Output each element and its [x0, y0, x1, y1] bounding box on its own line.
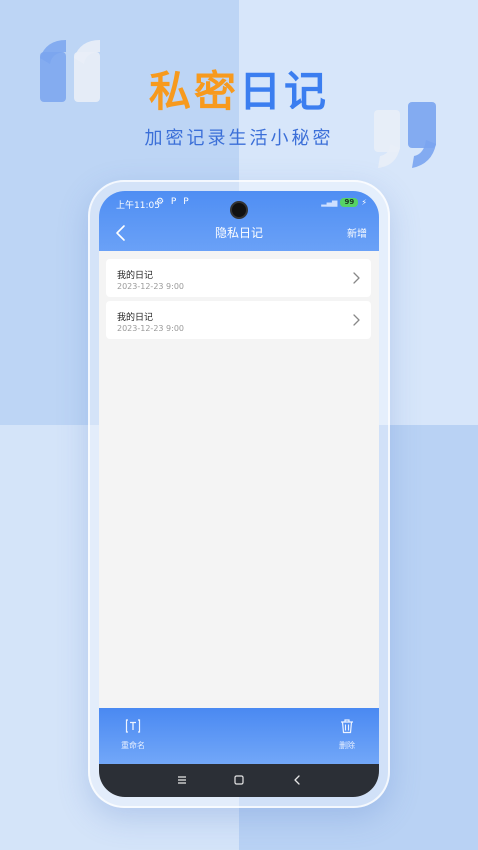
diary-title: 我的日记 [117, 313, 154, 323]
bottom-toolbar: 重命名 删除 [99, 708, 379, 764]
delete-button[interactable]: 删除 [331, 718, 363, 751]
app-header: 上午11:05 ⚙ P P ▂▄▆ 99 ⚡ 隐私日记 新增 [99, 191, 379, 251]
list-item[interactable]: 我的日记 2023-12-23 9:00 [106, 259, 371, 297]
diary-title: 我的日记 [117, 271, 154, 281]
nav-bar: 隐私日记 新增 [99, 219, 379, 249]
status-notification-icons: ⚙ P P [156, 197, 191, 207]
rename-label: 重命名 [121, 741, 145, 750]
trash-icon [341, 719, 353, 734]
phone-screen: 上午11:05 ⚙ P P ▂▄▆ 99 ⚡ 隐私日记 新增 我的日记 2023… [99, 191, 379, 797]
status-bar: 上午11:05 ⚙ P P ▂▄▆ 99 ⚡ [99, 191, 379, 219]
rename-icon [125, 719, 141, 733]
diary-date: 2023-12-23 9:00 [117, 324, 184, 333]
promo-title-part1: 私密 [148, 67, 239, 116]
rename-button[interactable]: 重命名 [117, 718, 149, 751]
promo-title-part2: 日记 [239, 67, 330, 116]
add-diary-button[interactable]: 新增 [347, 225, 367, 240]
promo-title: 私密日记 [0, 58, 478, 119]
chevron-right-icon [353, 314, 360, 326]
front-camera [230, 201, 248, 219]
status-right-group: ▂▄▆ 99 ⚡ [321, 198, 367, 207]
menu-icon[interactable] [175, 773, 189, 787]
diary-list: 我的日记 2023-12-23 9:00 我的日记 2023-12-23 9:0… [106, 259, 371, 343]
list-item[interactable]: 我的日记 2023-12-23 9:00 [106, 301, 371, 339]
delete-label: 删除 [339, 741, 355, 750]
back-nav-icon[interactable] [290, 773, 304, 787]
promo-subtitle: 加密记录生活小秘密 [144, 128, 334, 149]
home-icon[interactable] [232, 773, 246, 787]
system-navigation-bar [99, 764, 379, 797]
charging-icon: ⚡ [361, 198, 367, 207]
page-title: 隐私日记 [214, 226, 263, 240]
battery-icon: 99 [340, 198, 359, 207]
diary-date: 2023-12-23 9:00 [117, 282, 184, 291]
status-time: 上午11:05 [116, 201, 160, 211]
chevron-right-icon [353, 272, 360, 284]
signal-icon: ▂▄▆ [321, 198, 338, 207]
